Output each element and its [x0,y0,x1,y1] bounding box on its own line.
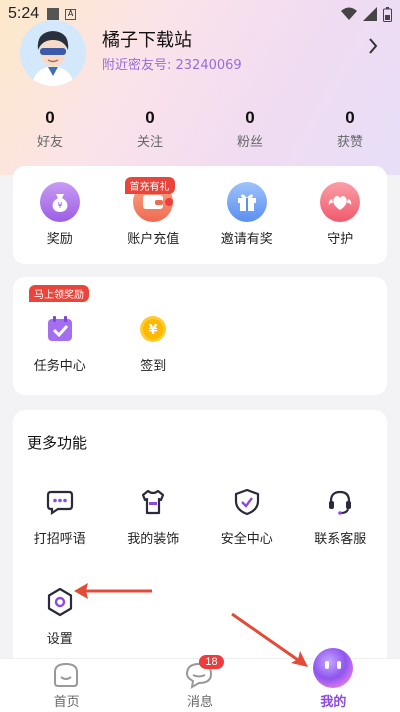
tab-mine-label: 我的 [320,695,347,710]
first-recharge-tag: 首充有礼 [124,177,175,194]
tab-mine[interactable]: 我的 [267,648,400,712]
stat-label: 粉丝 [236,135,263,150]
username: 橘子下载站 [102,30,192,51]
settings-button[interactable]: 设置 [13,582,107,647]
shirt-icon [133,482,173,522]
chat-bubble-icon [40,482,80,522]
more-functions-card: 更多功能 打招呼语 我的装饰 安全中心 联系客服 设置 [13,410,387,666]
decoration-label: 我的装饰 [127,532,180,547]
task-center-label: 任务中心 [33,359,86,374]
checkin-button[interactable]: ¥ 签到 [107,309,201,374]
recharge-label: 账户充值 [127,232,180,247]
stats-row: 0 好友 0 关注 0 粉丝 0 获赞 [0,108,400,150]
a-icon: A [65,8,77,20]
checkin-label: 签到 [140,359,167,374]
guard-button[interactable]: 守护 [294,182,388,247]
stat-friends[interactable]: 0 好友 [0,108,100,150]
gear-icon [40,582,80,622]
greeting-button[interactable]: 打招呼语 [13,482,107,547]
stat-value: 0 [245,108,255,127]
avatar-image [20,20,86,86]
reward-label: 奖励 [46,232,73,247]
stat-label: 获赞 [336,135,363,150]
user-id: 附近密友号: 23240069 [102,58,242,73]
stat-value: 0 [345,108,355,127]
unread-badge: 18 [199,655,224,669]
heart-wings-icon [320,182,361,222]
avatar[interactable] [20,20,86,86]
stat-likes[interactable]: 0 获赞 [300,108,400,150]
tab-home[interactable]: 首页 [0,659,133,712]
stat-label: 好友 [36,135,63,150]
home-icon [54,662,78,687]
stat-fans[interactable]: 0 粉丝 [200,108,300,150]
shield-icon [227,482,267,522]
quick-actions-card: ¥ 奖励 首充有礼 账户充值 邀请有奖 守护 [13,166,387,264]
support-button[interactable]: 联系客服 [294,482,388,547]
chevron-right-icon[interactable] [368,38,378,54]
signal-icon [363,7,377,21]
recharge-button[interactable]: 首充有礼 账户充值 [107,177,201,247]
settings-label: 设置 [46,632,73,647]
notification-icon [47,8,60,20]
bottom-tab-bar: 首页 18 消息 我的 [0,648,400,712]
tab-messages[interactable]: 18 消息 [133,655,266,712]
more-functions-title: 更多功能 [27,434,88,452]
money-bag-icon: ¥ [39,182,80,222]
tab-messages-label: 消息 [186,695,213,710]
gift-icon [226,182,267,222]
stat-value: 0 [45,108,55,127]
wifi-icon [341,7,357,20]
tasks-card: 马上领奖励 任务中心 ¥ 签到 [13,277,387,395]
guard-label: 守护 [327,232,354,247]
tab-home-label: 首页 [53,695,80,710]
calendar-check-icon [40,309,80,349]
greeting-label: 打招呼语 [33,532,86,547]
svg-text:¥: ¥ [57,201,62,210]
reward-button[interactable]: ¥ 奖励 [13,182,107,247]
svg-text:¥: ¥ [149,323,158,338]
red-dot-indicator [164,198,173,206]
support-label: 联系客服 [314,532,367,547]
mine-icon [312,648,353,688]
task-center-button[interactable]: 任务中心 [13,309,107,374]
stat-following[interactable]: 0 关注 [100,108,200,150]
invite-label: 邀请有奖 [220,232,273,247]
security-button[interactable]: 安全中心 [200,482,294,547]
profile-header[interactable]: 橘子下载站 附近密友号: 23240069 [20,20,390,88]
reward-tag: 马上领奖励 [29,285,89,302]
headset-icon [320,482,360,522]
stat-value: 0 [145,108,155,127]
invite-button[interactable]: 邀请有奖 [200,182,294,247]
stat-label: 关注 [136,135,163,150]
coin-icon: ¥ [133,309,173,349]
security-label: 安全中心 [220,532,273,547]
decoration-button[interactable]: 我的装饰 [107,482,201,547]
